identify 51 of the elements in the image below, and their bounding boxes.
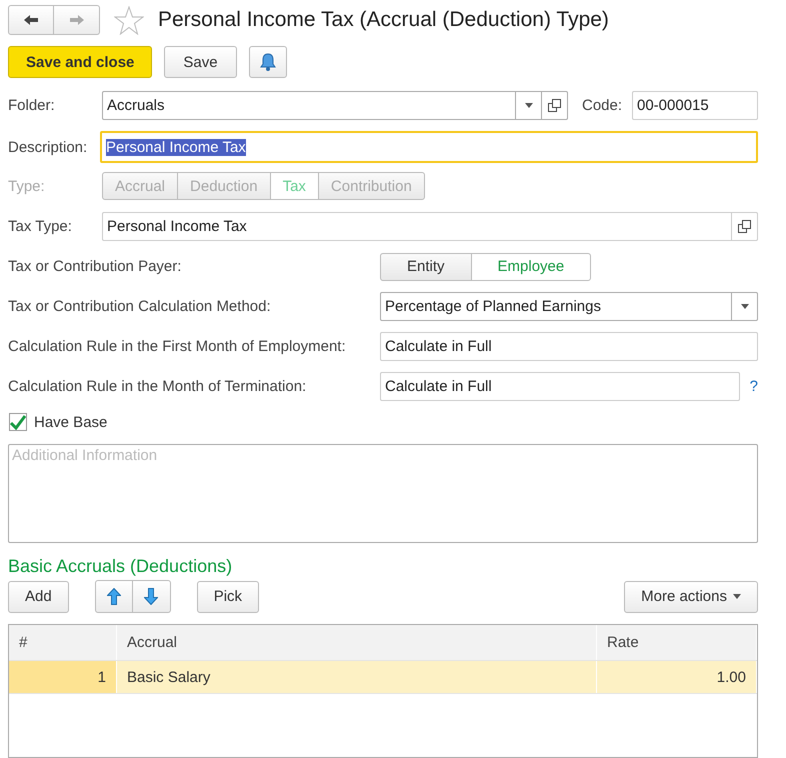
field-label: Calculation Rule in the Month of Termination: xyxy=(8,378,308,395)
field-label: Calculation Rule in the First Month of Employment: xyxy=(8,338,347,355)
field-label: Tax or Contribution Calculation Method: xyxy=(8,298,272,315)
field-label: Tax Type: xyxy=(8,218,73,235)
segment-button[interactable]: Employee xyxy=(470,252,592,280)
back-button[interactable] xyxy=(8,5,54,35)
open-window-icon xyxy=(738,220,751,233)
bell-icon xyxy=(260,53,276,71)
up-arrow-icon xyxy=(106,588,121,605)
caret-icon xyxy=(733,594,741,599)
move-down-button[interactable] xyxy=(132,580,171,613)
check-icon xyxy=(10,414,26,430)
move-up-button[interactable] xyxy=(94,580,133,613)
field-label: Tax or Contribution Payer: xyxy=(8,258,182,275)
column-header[interactable]: # xyxy=(9,625,117,660)
table-cell: Basic Salary xyxy=(117,661,597,693)
caret-icon xyxy=(524,103,532,108)
down-arrow-icon xyxy=(144,588,158,605)
termination-rule-field[interactable]: Calculate in Full xyxy=(380,372,740,401)
more-actions-button[interactable]: More actions xyxy=(624,580,758,612)
description-field[interactable]: Personal Income Tax xyxy=(100,131,758,163)
field-label: Folder: xyxy=(8,97,56,114)
help-link[interactable]: ? xyxy=(750,378,758,395)
code-field[interactable]: 00-000015 xyxy=(632,91,758,120)
column-header[interactable]: Rate xyxy=(597,625,757,660)
pick-button[interactable]: Pick xyxy=(196,580,260,612)
star-icon[interactable] xyxy=(114,6,144,34)
save-button[interactable]: Save xyxy=(164,46,237,78)
column-header[interactable]: Accrual xyxy=(117,625,597,660)
section-title: Basic Accruals (Deductions) xyxy=(8,556,234,577)
caret-icon xyxy=(740,304,748,309)
additional-information-field[interactable]: Additional Information xyxy=(8,444,758,543)
field-label: Description: xyxy=(8,138,88,156)
first-month-rule-field[interactable]: Calculate in Full xyxy=(380,332,758,361)
left-arrow-icon xyxy=(23,14,39,26)
tax-type-field[interactable]: Personal Income Tax xyxy=(102,212,758,241)
notification-button[interactable] xyxy=(248,46,287,78)
right-arrow-icon xyxy=(68,14,84,26)
add-button[interactable]: Add xyxy=(8,580,69,612)
save-and-close-button[interactable]: Save and close xyxy=(8,46,152,78)
table-cell: 1 xyxy=(9,661,117,693)
window-title: Personal Income Tax (Accrual (Deduction) Type) xyxy=(158,8,609,32)
have-base-checkbox[interactable] xyxy=(9,413,27,431)
table-cell: 1.00 xyxy=(597,661,757,693)
checkbox-label: Have Base xyxy=(34,414,108,430)
calculation-method-dropdown[interactable]: Percentage of Planned Earnings xyxy=(380,292,758,321)
folder-field[interactable]: Accruals xyxy=(102,91,568,120)
segment-button[interactable]: Entity xyxy=(380,252,472,280)
open-window-icon xyxy=(548,99,561,112)
field-label: Code: xyxy=(582,97,624,114)
field-label: Type: xyxy=(8,178,46,194)
